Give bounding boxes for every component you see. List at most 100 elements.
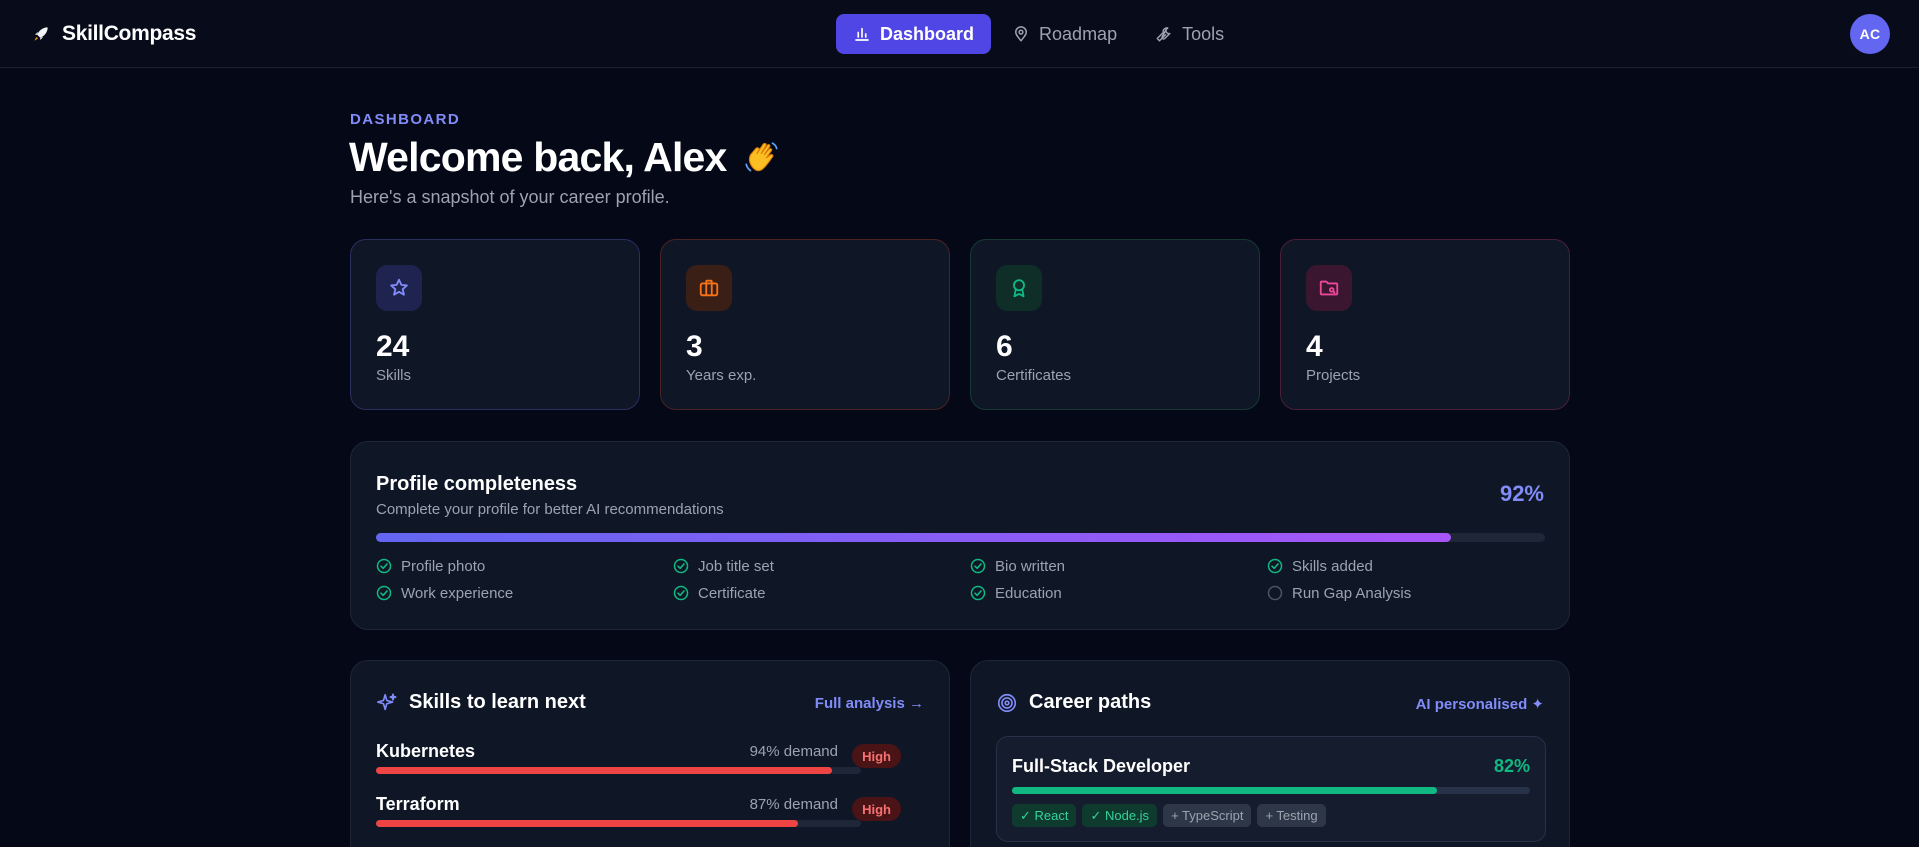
skill-name: Terraform [376, 794, 460, 814]
stat-card-experience[interactable]: 3 Years exp. [660, 239, 950, 410]
main-nav: Dashboard Roadmap Tools [836, 14, 1241, 54]
skill-row[interactable]: Kubernetes 94% demand High [376, 741, 926, 781]
skill-demand-fill [376, 820, 798, 827]
checklist-item: Profile photo [376, 557, 673, 575]
checklist-item-label: Bio written [995, 557, 1066, 575]
profile-completeness-subtitle: Complete your profile for better AI reco… [376, 501, 724, 518]
stat-value: 24 [376, 330, 410, 363]
skill-row[interactable]: Terraform 87% demand High [376, 794, 926, 834]
profile-completeness-percent: 92% [1499, 481, 1544, 506]
check-circle-icon [376, 585, 392, 601]
checklist-item-label: Certificate [698, 584, 766, 602]
stat-card-skills[interactable]: 24 Skills [350, 239, 640, 410]
nav-item-dashboard[interactable]: Dashboard [836, 14, 992, 54]
nav-item-roadmap[interactable]: Roadmap [995, 14, 1134, 54]
stat-value: 6 [996, 330, 1013, 363]
stat-value: 4 [1306, 330, 1323, 363]
page-title-text: Welcome back, Alex [349, 134, 727, 180]
checklist-item: Skills added [1267, 557, 1564, 575]
skill-demand-track [376, 820, 861, 827]
stat-card-certificates[interactable]: 6 Certificates [970, 239, 1260, 410]
acquired-skill-tag: ✓ React [1012, 804, 1077, 827]
page-title: Welcome back, Alex [349, 134, 783, 181]
stat-card-projects[interactable]: 4 Projects [1280, 239, 1570, 410]
checklist-item: Bio written [970, 557, 1267, 575]
page-subtitle: Here's a snapshot of your career profile… [350, 187, 670, 207]
full-analysis-link[interactable]: Full analysis → [815, 695, 924, 712]
brand-name: SkillCompass [62, 22, 197, 45]
profile-completeness-title: Profile completeness [376, 473, 578, 495]
panel-title: Career paths [1029, 691, 1152, 713]
stat-label: Skills [376, 367, 412, 384]
profile-progress-fill [376, 533, 1452, 542]
waving-hand-icon [744, 141, 778, 171]
top-navbar: SkillCompass Dashboard Roadmap Tools AC [0, 0, 1919, 68]
checklist-item: Run Gap Analysis [1267, 584, 1564, 602]
wrench-icon [1156, 27, 1171, 42]
checklist-item-label: Work experience [401, 584, 514, 602]
ai-personalised-link[interactable]: AI personalised ✦ [1416, 695, 1544, 713]
career-path-card[interactable]: Full-Stack Developer 82% ✓ React ✓ Node.j… [996, 736, 1546, 842]
checklist-item-label: Profile photo [401, 557, 486, 575]
skill-tags: ✓ React ✓ Node.js + TypeScript + Testing [1012, 804, 1326, 827]
check-circle-icon [673, 585, 689, 601]
check-circle-icon [376, 558, 392, 574]
award-icon [1013, 279, 1025, 298]
checklist-item: Certificate [673, 584, 970, 602]
stat-icon-box [376, 265, 422, 311]
check-circle-icon [1267, 558, 1283, 574]
missing-skill-tag: + TypeScript [1163, 804, 1252, 827]
nav-item-label: Roadmap [1039, 23, 1118, 44]
skills-to-learn-panel: Skills to learn next Full analysis → Kub… [350, 660, 950, 847]
career-path-match: 82% [1493, 756, 1530, 776]
check-circle-icon [970, 585, 986, 601]
stat-icon-box [1306, 265, 1352, 311]
briefcase-icon [699, 279, 719, 297]
priority-badge: High [852, 744, 901, 768]
skill-demand-track [376, 767, 861, 774]
checklist-item-label: Job title set [698, 557, 774, 575]
page-eyebrow: DASHBOARD [350, 111, 461, 128]
rocket-icon [34, 27, 48, 41]
career-paths-panel: Career paths AI personalised ✦ Full-Stac… [970, 660, 1570, 847]
profile-checklist: Profile photo Job title set Bio written Ski… [376, 557, 1566, 602]
check-circle-icon [970, 558, 986, 574]
checklist-item-label: Run Gap Analysis [1292, 584, 1412, 602]
skill-name: Kubernetes [376, 741, 476, 761]
acquired-skill-tag: ✓ Node.js [1082, 804, 1158, 827]
checklist-item: Job title set [673, 557, 970, 575]
checklist-item: Education [970, 584, 1267, 602]
stat-label: Certificates [996, 367, 1072, 384]
nav-item-tools[interactable]: Tools [1138, 14, 1241, 54]
missing-skill-tag: + Testing [1257, 804, 1326, 827]
skill-demand: 94% demand [749, 743, 838, 760]
checklist-item-label: Skills added [1292, 557, 1373, 575]
skill-demand-fill [376, 767, 832, 774]
stat-icon-box [686, 265, 732, 311]
stat-value: 3 [686, 330, 703, 363]
panel-header: Career paths [996, 691, 1151, 714]
check-circle-icon [673, 558, 689, 574]
brand[interactable]: SkillCompass [32, 22, 196, 46]
checklist-item-label: Education [995, 584, 1062, 602]
checklist-item: Work experience [376, 584, 673, 602]
folder-icon [1319, 280, 1339, 296]
profile-completeness-card: Profile completeness Complete your profi… [350, 441, 1570, 630]
bar-chart-icon [855, 27, 869, 41]
target-icon [997, 693, 1017, 712]
panel-header: Skills to learn next [376, 691, 586, 714]
priority-badge: High [852, 797, 901, 821]
stat-icon-box [996, 265, 1042, 311]
panel-title: Skills to learn next [409, 691, 586, 713]
nav-item-label: Dashboard [880, 23, 975, 44]
career-path-match-fill [1012, 787, 1437, 794]
career-path-name: Full-Stack Developer [1012, 756, 1191, 776]
avatar[interactable]: AC [1850, 14, 1890, 54]
stat-label: Years exp. [686, 367, 757, 384]
profile-progress-track [376, 533, 1545, 542]
sparkles-icon [377, 692, 397, 710]
map-pin-icon [1015, 26, 1028, 42]
empty-circle-icon [1267, 585, 1283, 601]
star-icon [390, 278, 408, 296]
skill-demand: 87% demand [749, 796, 838, 813]
